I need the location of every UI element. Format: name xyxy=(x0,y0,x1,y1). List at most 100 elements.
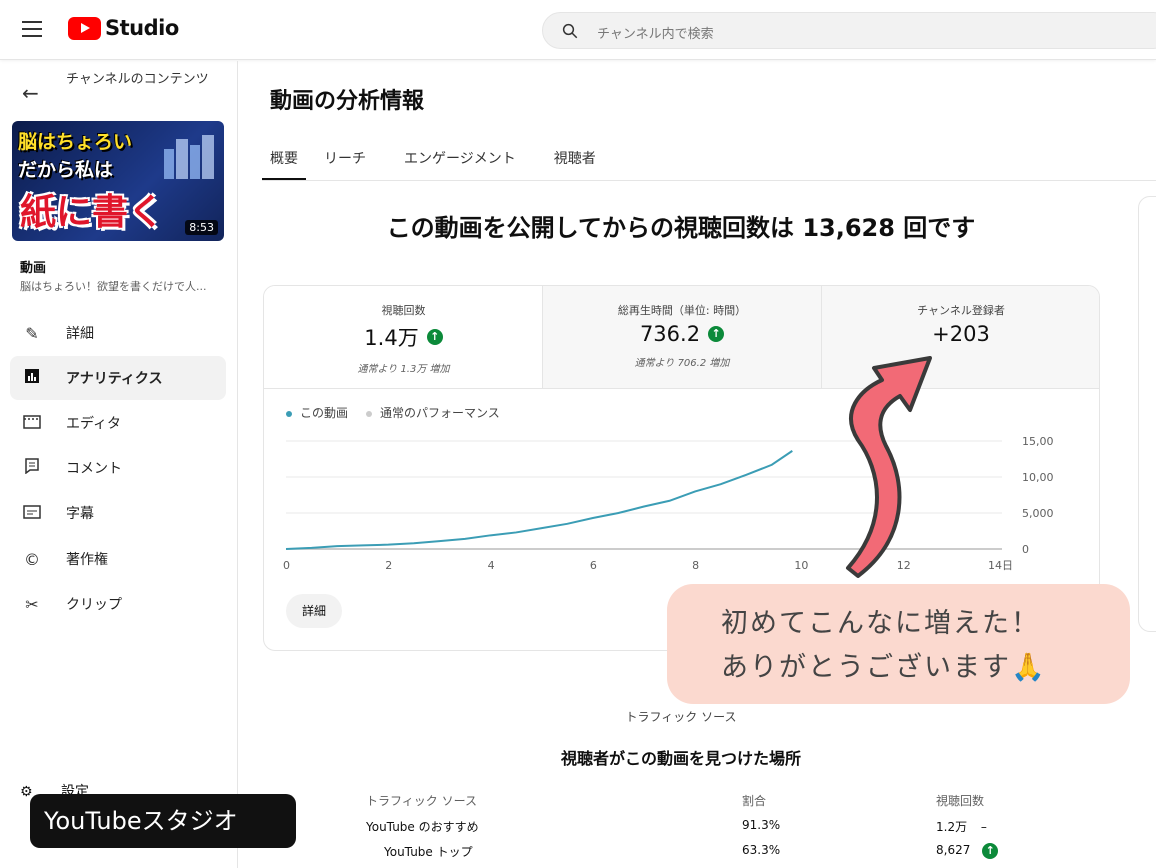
metric-value: 736.2 xyxy=(639,322,701,346)
search-placeholder: チャンネル内で検索 xyxy=(597,27,714,42)
thumbnail-text-3: 紙に書く xyxy=(20,192,165,233)
legend-item: 通常のパフォーマンス xyxy=(366,404,500,421)
menu-icon[interactable] xyxy=(22,21,42,37)
search-input[interactable]: チャンネル内で検索 xyxy=(542,12,1156,49)
sidebar-item-clips[interactable]: ✂ クリップ xyxy=(10,582,226,626)
sidebar-item-label: 詳細 xyxy=(66,326,94,342)
sidebar-item-editor[interactable]: エディタ xyxy=(10,401,226,445)
video-label: 動画 xyxy=(20,261,47,276)
tab-bar: 概要 リーチ エンゲージメント 視聴者 xyxy=(262,138,634,180)
sidebar-item-copyright[interactable]: © 著作権 xyxy=(10,537,226,581)
analytics-icon xyxy=(10,368,54,388)
video-thumbnail[interactable]: 脳はちょろい だから私は 紙に書く 8:53 xyxy=(12,121,224,241)
subtitles-icon xyxy=(10,504,54,523)
youtube-logo-icon xyxy=(68,16,101,40)
video-title: 脳はちょろい！欲望を書くだけで人... xyxy=(20,280,207,293)
metric-watch-time[interactable]: 総再生時間（単位: 時間） 736.2 ↑ 通常より 706.2 増加 xyxy=(542,286,821,388)
search-icon xyxy=(562,23,578,39)
y-tick-label: 10,000 xyxy=(1022,471,1054,484)
sidebar-item-label: クリップ xyxy=(66,597,122,613)
sidebar-item-details[interactable]: ✎ 詳細 xyxy=(10,311,226,355)
traffic-source: YouTube のおすすめ xyxy=(366,820,479,834)
thumbnail-text-2: だから私は xyxy=(18,159,114,181)
top-bar: Studio チャンネル内で検索 xyxy=(0,0,1156,60)
sidebar-item-analytics[interactable]: アナリティクス xyxy=(10,356,226,400)
editor-icon xyxy=(10,414,54,433)
metric-label: チャンネル登録者 xyxy=(917,304,1005,317)
tab-audience[interactable]: 視聴者 xyxy=(554,138,616,180)
y-tick-label: 15,000 xyxy=(1022,435,1054,448)
sidebar-item-subtitles[interactable]: 字幕 xyxy=(10,491,226,535)
callout-line-2: ありがとうございます🙏 xyxy=(721,652,1047,683)
x-tick-label: 6 xyxy=(590,559,597,572)
traffic-views: 1.2万 – xyxy=(936,818,987,835)
sidebar-item-label: アナリティクス xyxy=(66,371,163,387)
sidebar-item-label: 字幕 xyxy=(66,506,94,522)
series-line-this-video xyxy=(285,450,793,550)
x-tick-label: 0 xyxy=(283,559,290,572)
tabs-divider xyxy=(262,180,1156,181)
traffic-views: 8,627 ↑ xyxy=(936,843,999,859)
metrics-divider xyxy=(264,388,1099,389)
x-tick-label: 8 xyxy=(692,559,699,572)
sidebar-item-label: エディタ xyxy=(66,416,122,432)
details-button[interactable]: 詳細 xyxy=(286,594,342,628)
callout-line-1: 初めてこんなに増えた！ xyxy=(721,608,1040,639)
pencil-icon: ✎ xyxy=(25,323,39,343)
back-arrow-icon[interactable]: ← xyxy=(22,81,39,105)
channel-content-title: チャンネルのコンテンツ xyxy=(66,72,209,87)
side-panel-card xyxy=(1138,196,1156,632)
annotation-callout: 初めてこんなに増えた！ ありがとうございます🙏 xyxy=(667,584,1130,704)
metric-label: 総再生時間（単位: 時間） xyxy=(617,304,747,317)
x-tick-label: 10 xyxy=(794,559,808,572)
views-headline: この動画を公開してからの視聴回数は 13,628 回です xyxy=(386,214,976,242)
sidebar-item-label: コメント xyxy=(66,461,122,477)
sidebar: ← チャンネルのコンテンツ 脳はちょろい だから私は 紙に書く 8:53 動画 … xyxy=(0,61,238,868)
traffic-share: 63.3% xyxy=(742,843,781,857)
traffic-views-value: 1.2万 xyxy=(936,820,968,834)
metric-sub: 通常より 706.2 増加 xyxy=(634,358,730,369)
traffic-section-label: トラフィック ソース xyxy=(625,710,737,724)
metric-sub: 通常より 1.3万 増加 xyxy=(357,364,450,375)
annotation-arrow xyxy=(846,356,932,578)
studio-logo[interactable]: Studio xyxy=(68,16,179,40)
traffic-share: 91.3% xyxy=(742,818,781,832)
y-tick-label: 5,000 xyxy=(1022,507,1054,520)
video-duration: 8:53 xyxy=(185,220,218,235)
column-header: トラフィック ソース xyxy=(366,794,477,808)
metric-value: 1.4万 xyxy=(364,326,419,350)
y-tick-label: 0 xyxy=(1022,543,1029,556)
building-icon xyxy=(164,135,214,179)
x-tick-label: 14日 xyxy=(988,559,1013,572)
x-tick-label: 4 xyxy=(488,559,495,572)
sidebar-item-label: 著作権 xyxy=(66,552,108,568)
scissors-icon: ✂ xyxy=(25,594,39,614)
metric-value: +203 xyxy=(932,322,990,346)
trend-neutral-icon: – xyxy=(980,820,987,834)
youtube-studio-badge: YouTubeスタジオ xyxy=(30,794,296,848)
column-header: 割合 xyxy=(742,794,767,808)
arrow-up-icon: ↑ xyxy=(426,329,443,345)
thumbnail-text-1: 脳はちょろい xyxy=(18,131,133,153)
legend-dot xyxy=(286,410,292,417)
x-tick-label: 2 xyxy=(385,559,392,572)
metric-views[interactable]: 視聴回数 1.4万 ↑ 通常より 1.3万 増加 xyxy=(264,286,543,388)
legend-dot xyxy=(366,410,373,417)
tab-engagement[interactable]: エンゲージメント xyxy=(404,138,536,180)
tab-reach[interactable]: リーチ xyxy=(324,138,386,180)
page-title: 動画の分析情報 xyxy=(270,89,425,114)
arrow-up-icon: ↑ xyxy=(982,843,999,859)
logo-text: Studio xyxy=(105,16,179,40)
comment-icon xyxy=(10,458,54,478)
legend-label: 通常のパフォーマンス xyxy=(380,406,500,420)
traffic-title: 視聴者がこの動画を見つけた場所 xyxy=(560,749,801,768)
sidebar-item-comments[interactable]: コメント xyxy=(10,446,226,490)
traffic-views-value: 8,627 xyxy=(936,843,971,857)
traffic-source: YouTube トップ xyxy=(384,845,473,859)
copyright-icon: © xyxy=(24,549,40,569)
legend-label: この動画 xyxy=(300,406,349,420)
column-header: 視聴回数 xyxy=(936,794,985,808)
tab-overview[interactable]: 概要 xyxy=(262,138,306,180)
legend-item: この動画 xyxy=(286,404,348,421)
arrow-up-icon: ↑ xyxy=(708,326,725,342)
